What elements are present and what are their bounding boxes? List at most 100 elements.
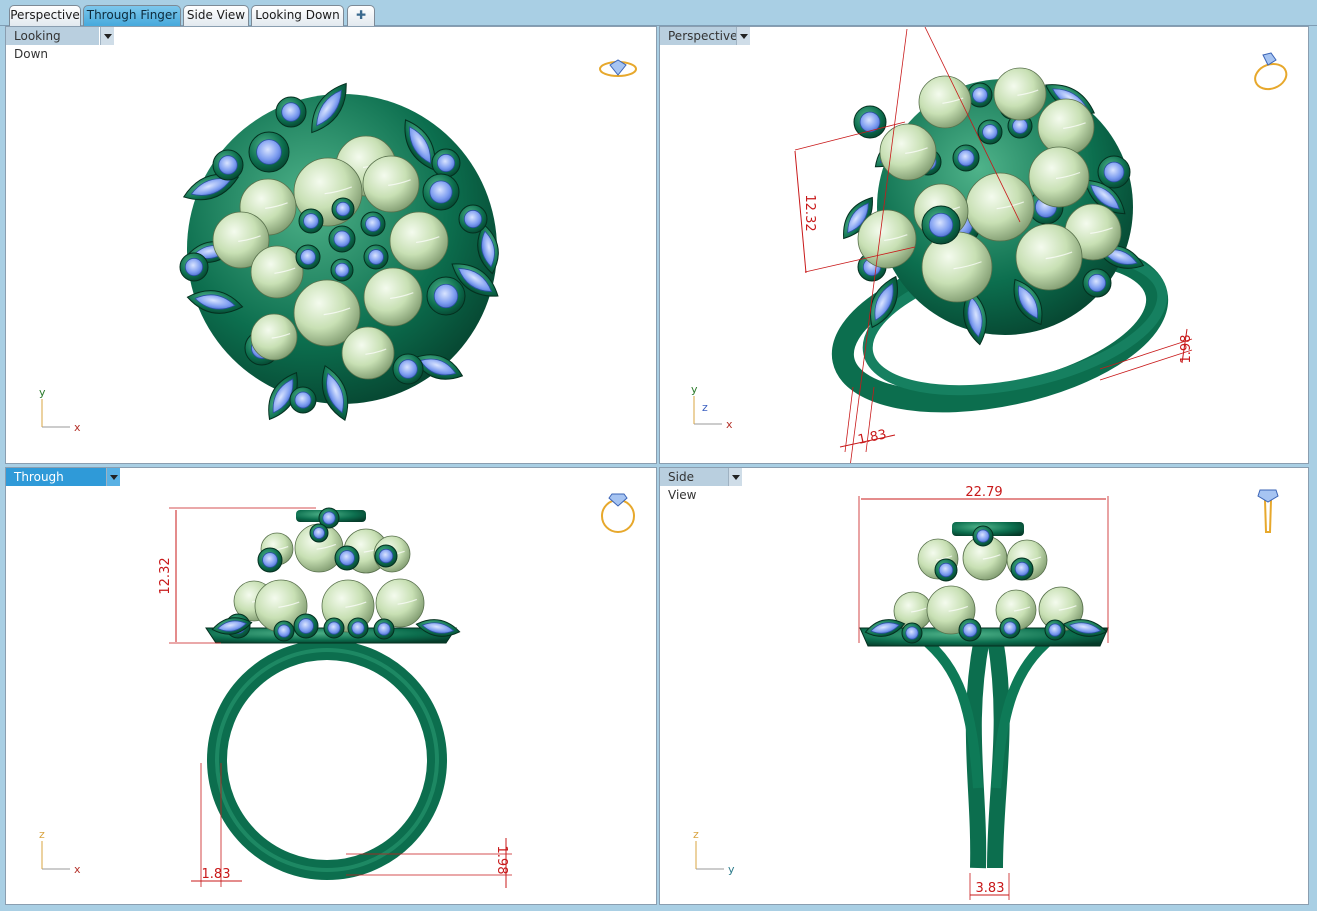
dimension-label: 22.79 — [965, 485, 1002, 500]
round-stone — [377, 622, 391, 636]
round-stone — [962, 622, 978, 638]
round-stone — [1103, 161, 1125, 183]
ring-front-icon — [601, 493, 635, 533]
viewport-menu-dropdown[interactable] — [100, 27, 114, 45]
viewport-title-looking-down[interactable]: Looking Down — [6, 27, 99, 61]
perspective-scene[interactable]: 12.32 1.98 1.83 x yz — [660, 27, 1309, 464]
round-stone — [327, 621, 341, 635]
round-stone — [300, 249, 316, 265]
pearl — [341, 326, 395, 380]
dimension-label: 12.32 — [802, 194, 817, 231]
viewport-perspective[interactable]: 12.32 1.98 1.83 x y z Perspective — [659, 26, 1309, 464]
round-stone — [281, 102, 301, 122]
round-stone — [351, 621, 365, 635]
viewport-menu-dropdown[interactable] — [736, 27, 750, 45]
dimension-label: 3.83 — [976, 881, 1005, 896]
ring-perspective-icon — [1254, 52, 1288, 91]
round-stone — [972, 87, 988, 103]
ring-shank-highlight — [215, 648, 439, 872]
cad-application-window: Perspective Through Finger Side View Loo… — [0, 0, 1317, 911]
round-stone — [1012, 118, 1028, 134]
round-stone — [1048, 623, 1062, 637]
pearl — [1015, 223, 1083, 291]
y-axis-label: y — [691, 383, 698, 396]
pearl — [993, 67, 1047, 121]
round-stone — [1003, 621, 1017, 635]
round-stone — [303, 213, 319, 229]
side-view-scene[interactable]: 22.79 3.83 y z — [660, 468, 1309, 905]
x-axis-label: x — [726, 418, 733, 431]
round-stone — [334, 262, 350, 278]
round-stone — [277, 624, 291, 638]
round-stone — [928, 212, 954, 238]
viewport-side-view[interactable]: 22.79 3.83 y z Side View — [659, 467, 1309, 905]
x-axis-label: x — [74, 421, 81, 434]
pearl — [250, 313, 298, 361]
round-stone — [938, 562, 954, 578]
round-stone — [905, 626, 919, 640]
tab-looking-down[interactable]: Looking Down — [251, 5, 344, 26]
pearl — [1028, 146, 1090, 208]
ring-top-icon — [599, 59, 637, 77]
viewport-looking-down[interactable]: xy Looking Down — [5, 26, 657, 464]
pearl — [1037, 98, 1095, 156]
round-stone — [262, 552, 278, 568]
viewport-menu-dropdown[interactable] — [106, 468, 120, 486]
round-stone — [378, 548, 394, 564]
round-stone — [294, 391, 312, 409]
z-axis-label: z — [39, 828, 45, 841]
round-stone — [982, 124, 998, 140]
viewport-through-finger[interactable]: 12.32 1.83 1.98 x z Through Finger — [5, 467, 657, 905]
x-axis-label: x — [74, 863, 81, 876]
dimension-label: 1.83 — [857, 427, 888, 448]
round-stone — [957, 149, 975, 167]
round-stone — [368, 249, 384, 265]
pearl — [363, 267, 423, 327]
dimension-label: 12.32 — [158, 557, 173, 594]
round-stone — [218, 155, 238, 175]
round-stone — [365, 216, 381, 232]
round-stone — [429, 180, 453, 204]
round-stone — [335, 201, 351, 217]
pearl — [389, 211, 449, 271]
looking-down-scene[interactable]: xy — [6, 27, 657, 464]
tab-side-view[interactable]: Side View — [183, 5, 249, 26]
viewport-title-side-view[interactable]: Side View — [660, 468, 728, 502]
round-stone — [463, 209, 483, 229]
pearl — [857, 209, 917, 269]
round-stone — [333, 230, 351, 248]
round-stone — [184, 257, 204, 277]
dimension-label: 1.83 — [202, 867, 231, 882]
tab-through-finger[interactable]: Through Finger — [83, 5, 181, 26]
viewport-title-through-finger[interactable]: Through Finger — [6, 468, 106, 502]
round-stone — [298, 618, 314, 634]
round-stone — [313, 527, 325, 539]
round-stone — [1087, 273, 1107, 293]
extension-line — [844, 386, 854, 453]
through-finger-scene[interactable]: 12.32 1.83 1.98 x z — [6, 468, 657, 905]
round-stone — [976, 529, 990, 543]
pearl — [918, 75, 972, 129]
y-axis-label: y — [39, 386, 46, 399]
z-axis-label: z — [693, 828, 699, 841]
viewport-tab-strip: Perspective Through Finger Side View Loo… — [0, 0, 1317, 26]
round-stone — [339, 550, 355, 566]
round-stone — [398, 359, 418, 379]
pearl — [250, 245, 304, 299]
round-stone — [322, 511, 336, 525]
round-stone — [436, 153, 456, 173]
viewport-title-perspective[interactable]: Perspective — [660, 27, 738, 45]
pearl — [362, 155, 420, 213]
ring-side-icon — [1257, 489, 1279, 533]
dimension-label: 1.98 — [1179, 335, 1194, 364]
pearl — [965, 172, 1035, 242]
tab-perspective[interactable]: Perspective — [9, 5, 81, 26]
z-axis-label: z — [702, 401, 708, 414]
add-tab-button[interactable]: ✚ — [347, 5, 375, 26]
y-axis-label: y — [728, 863, 735, 876]
viewport-menu-dropdown[interactable] — [728, 468, 742, 486]
round-stone — [256, 139, 282, 165]
round-stone — [1014, 561, 1030, 577]
dimension-label: 1.98 — [494, 846, 509, 875]
round-stone — [433, 283, 459, 309]
